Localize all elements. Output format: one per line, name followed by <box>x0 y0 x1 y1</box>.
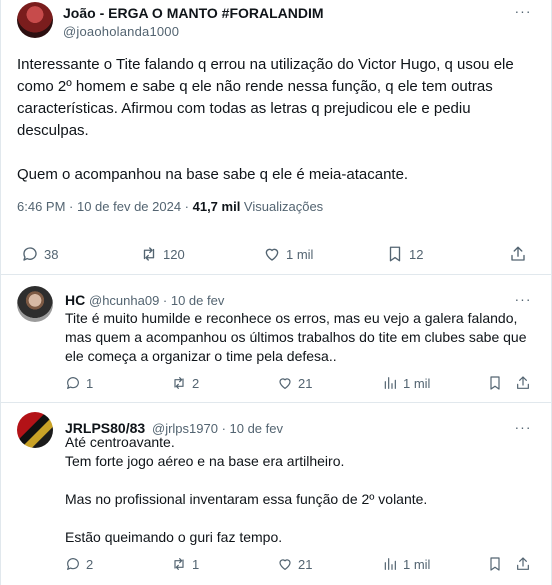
bookmark-icon <box>490 557 500 571</box>
tweet-actions: 38 120 1 mil 12 <box>1 243 551 265</box>
bookmark-button[interactable]: 12 <box>386 243 423 265</box>
main-tweet: João - ERGA O MANTO #FORALANDIM @joaohol… <box>1 0 551 274</box>
heart-icon <box>279 559 291 570</box>
tweet-paragraph: Interessante o Tite falando q errou na u… <box>17 56 514 139</box>
bookmark-icon <box>490 376 500 390</box>
views-button[interactable]: 1 mil <box>382 553 430 575</box>
author-name[interactable]: João - ERGA O MANTO #FORALANDIM <box>63 5 324 21</box>
reply-bubble-icon <box>67 377 79 389</box>
share-icon <box>517 557 529 570</box>
repost-count: 1 <box>192 556 200 572</box>
reply-bubble-icon <box>23 247 37 261</box>
repost-count: 2 <box>192 375 200 391</box>
reply-count: 38 <box>44 246 59 262</box>
avatar[interactable] <box>17 2 53 38</box>
reply-actions: 1 2 21 1 mil <box>1 372 551 392</box>
author-handle[interactable]: @joaoholanda1000 <box>63 24 179 39</box>
reply-paragraph: Tite é muito humilde e reconhece os erro… <box>65 310 527 364</box>
reply-text: Tite é muito humilde e reconhece os erro… <box>65 309 535 366</box>
like-count: 21 <box>298 556 313 572</box>
share-button[interactable] <box>509 243 527 265</box>
views-count: 41,7 mil <box>192 199 241 214</box>
like-button[interactable]: 21 <box>277 372 312 394</box>
more-dots-icon[interactable]: ··· <box>513 292 533 308</box>
more-dots-icon[interactable]: ··· <box>513 4 533 20</box>
repost-icon <box>174 558 184 570</box>
reply-paragraph: Mas no profissional inventaram essa funç… <box>65 491 428 507</box>
reply-bubble-icon <box>67 558 79 570</box>
tweet-text: Interessante o Tite falando q errou na u… <box>17 54 537 186</box>
avatar[interactable] <box>17 412 53 448</box>
reply-text: Até centroavante. Tem forte jogo aéreo e… <box>65 433 535 547</box>
share-icon <box>511 246 525 261</box>
author-name[interactable]: HC <box>65 292 85 308</box>
reply-button[interactable]: 2 <box>65 553 93 575</box>
like-button[interactable]: 21 <box>277 553 312 575</box>
views-bars-icon <box>384 558 396 570</box>
share-button[interactable] <box>515 553 531 575</box>
reply-tweet[interactable]: JRLPS80/83 @jrlps1970 · 10 de fev ··· At… <box>1 402 551 585</box>
views-count: 1 mil <box>403 375 431 391</box>
bookmark-count: 12 <box>409 246 424 262</box>
repost-icon <box>174 377 184 389</box>
reply-paragraph: Até centroavante. <box>65 434 175 450</box>
reply-paragraph: Tem forte jogo aéreo e na base era artil… <box>65 453 345 469</box>
repost-button[interactable]: 1 <box>171 553 199 575</box>
like-count: 21 <box>298 375 313 391</box>
tweet-paragraph: Quem o acompanhou na base sabe q ele é m… <box>17 166 409 183</box>
like-count: 1 mil <box>286 246 314 262</box>
avatar[interactable] <box>17 286 53 322</box>
reply-count: 1 <box>86 375 94 391</box>
share-button[interactable] <box>515 372 531 394</box>
repost-icon <box>143 247 155 261</box>
bookmark-button[interactable] <box>487 553 503 575</box>
views-bars-icon <box>384 377 396 389</box>
tweet-meta: 6:46 PM · 10 de fev de 2024 · 41,7 mil V… <box>17 199 323 214</box>
reply-button[interactable]: 38 <box>21 243 58 265</box>
heart-icon <box>279 378 291 389</box>
like-button[interactable]: 1 mil <box>263 243 313 265</box>
views-count: 1 mil <box>403 556 431 572</box>
share-icon <box>517 376 529 389</box>
views-button[interactable]: 1 mil <box>382 372 430 394</box>
reply-tweet[interactable]: HC @hcunha09 · 10 de fev ··· Tite é muit… <box>1 274 551 402</box>
bookmark-icon <box>389 246 401 262</box>
views-label: Visualizações <box>240 199 324 214</box>
reply-button[interactable]: 1 <box>65 372 93 394</box>
repost-button[interactable]: 2 <box>171 372 199 394</box>
reply-count: 2 <box>86 556 94 572</box>
author-handle[interactable]: @hcunha09 · 10 de fev <box>89 293 224 308</box>
reply-actions: 2 1 21 1 mil <box>1 553 551 573</box>
repost-count: 120 <box>163 246 185 262</box>
repost-button[interactable]: 120 <box>140 243 185 265</box>
heart-icon <box>265 248 279 261</box>
reply-paragraph: Estão queimando o guri faz tempo. <box>65 529 283 545</box>
tweet-thread: João - ERGA O MANTO #FORALANDIM @joaohol… <box>0 0 552 585</box>
bookmark-button[interactable] <box>487 372 503 394</box>
tweet-timestamp[interactable]: 6:46 PM · 10 de fev de 2024 · <box>17 199 193 214</box>
